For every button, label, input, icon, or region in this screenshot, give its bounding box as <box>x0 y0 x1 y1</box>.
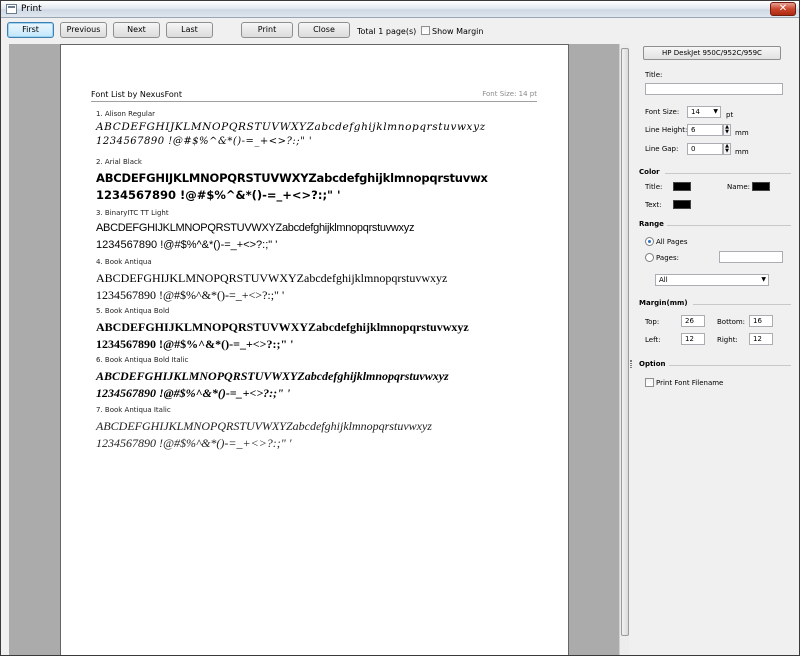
pages-input[interactable] <box>719 251 783 263</box>
range-select-value: All <box>659 276 668 284</box>
page-title: Font List by NexusFont <box>91 90 182 99</box>
color-section-title: Color <box>639 168 660 176</box>
font-sample-line: ABCDEFGHIJKLMNOPQRSTUVWXYZabcdefghijklmn… <box>96 271 448 285</box>
text-color-swatch[interactable] <box>673 200 691 209</box>
color-title-label: Title: <box>645 183 663 191</box>
last-page-button[interactable]: Last <box>166 22 213 38</box>
font-sample-line: 1234567890 !@#$%^&*()-=_+<>?:;" ' <box>96 136 313 147</box>
font-entry-label: 1. Alison Regular <box>96 110 156 118</box>
font-sample-line: ABCDEFGHIJKLMNOPQRSTUVWXYZabcdefghijklmn… <box>96 222 415 234</box>
preview-page: Font List by NexusFont Font Size: 14 pt … <box>60 44 569 655</box>
font-entry-label: 4. Book Antiqua <box>96 258 152 266</box>
right-margin-label: Right: <box>717 336 738 344</box>
next-page-button[interactable]: Next <box>113 22 160 38</box>
splitter-grip-icon <box>630 360 632 368</box>
line-gap-input[interactable]: 0 <box>687 143 723 155</box>
font-sample-line: 1234567890 !@#$%^&*()-=_+<>?:;" ' <box>96 337 294 351</box>
window-title: Print <box>21 4 42 14</box>
pages-radio[interactable] <box>645 253 654 262</box>
all-pages-radio[interactable] <box>645 237 654 246</box>
line-gap-label: Line Gap: <box>645 145 679 153</box>
left-margin-label: Left: <box>645 336 661 344</box>
font-entry-label: 6. Book Antiqua Bold Italic <box>96 356 189 364</box>
font-size-value: 14 <box>691 108 700 116</box>
print-font-filename-checkbox[interactable] <box>645 378 654 387</box>
print-window: Print ✕ First Previous Next Last Print C… <box>0 0 800 656</box>
font-entry-label: 7. Book Antiqua Italic <box>96 406 171 414</box>
print-button[interactable]: Print <box>241 22 293 38</box>
line-height-input[interactable]: 6 <box>687 124 723 136</box>
font-entry-label: 5. Book Antiqua Bold <box>96 307 170 315</box>
show-margin-label: Show Margin <box>432 27 484 36</box>
font-sample-line: ABCDEFGHIJKLMNOPQRSTUVWXYZabcdefghijklmn… <box>96 419 432 433</box>
bottom-margin-label: Bottom: <box>717 318 746 326</box>
font-entry-label: 3. BinaryITC TT Light <box>96 209 169 217</box>
font-sample-line: ABCDEFGHIJKLMNOPQRSTUVWXYZabcdefghijklmn… <box>96 171 488 185</box>
line-gap-unit: mm <box>735 148 749 156</box>
print-font-filename-label: Print Font Filename <box>656 379 724 387</box>
divider <box>669 365 791 366</box>
name-color-swatch[interactable] <box>752 182 770 191</box>
line-height-unit: mm <box>735 129 749 137</box>
show-margin-checkbox[interactable] <box>421 26 430 35</box>
divider <box>667 225 791 226</box>
printer-select-button[interactable]: HP DeskJet 950C/952C/959C <box>643 46 781 60</box>
font-sample-line: ABCDEFGHIJKLMNOPQRSTUVWXYZabcdefghijklmn… <box>96 369 449 383</box>
font-sample-line: 1234567890 !@#$%^&*()-=_+<>?:;" ' <box>96 436 292 450</box>
line-gap-spinner[interactable]: ▲ ▼ <box>723 143 731 155</box>
first-page-button[interactable]: First <box>7 22 54 38</box>
range-select[interactable]: All ▼ <box>655 274 769 286</box>
font-sample-line: 1234567890 !@#$%^&*()-=_+<>?:;" ' <box>96 239 278 251</box>
font-sample-line: 1234567890 !@#$%^&*()-=_+<>?:;" ' <box>96 386 291 400</box>
font-sample-line: ABCDEFGHIJKLMNOPQRSTUVWXYZabcdefghijklmn… <box>96 320 469 334</box>
page-font-size: Font Size: 14 pt <box>482 90 537 98</box>
previous-page-button[interactable]: Previous <box>60 22 107 38</box>
right-margin-input[interactable]: 12 <box>749 333 773 345</box>
divider <box>665 173 791 174</box>
range-section-title: Range <box>639 220 664 228</box>
title-bar: Print ✕ <box>1 1 799 18</box>
font-sample-line: ABCDEFGHIJKLMNOPQRSTUVWXYZabcdefghijklmn… <box>96 121 486 133</box>
font-size-select[interactable]: 14 ▼ <box>687 106 721 118</box>
line-height-label: Line Height: <box>645 126 688 134</box>
options-panel: HP DeskJet 950C/952C/959C Title: Font Si… <box>633 44 799 655</box>
line-height-spinner[interactable]: ▲ ▼ <box>723 124 731 136</box>
color-name-label: Name: <box>727 183 751 191</box>
bottom-margin-input[interactable]: 16 <box>749 315 773 327</box>
close-button[interactable]: Close <box>298 22 350 38</box>
font-sample-line: 1234567890 !@#$%^&*()-=_+<>?:;" ' <box>96 188 341 202</box>
total-pages-text: Total 1 page(s) <box>357 27 417 36</box>
title-label: Title: <box>645 71 663 79</box>
toolbar: First Previous Next Last Print Close Tot… <box>1 19 799 43</box>
font-sample-line: 1234567890 !@#$%^&*()-=_+<>?:;" ' <box>96 288 285 302</box>
margin-section-title: Margin(mm) <box>639 299 688 307</box>
pages-label: Pages: <box>656 254 679 262</box>
chevron-down-icon: ▼ <box>713 108 718 115</box>
scrollbar-thumb[interactable] <box>621 48 629 636</box>
page-header: Font List by NexusFont Font Size: 14 pt <box>91 88 537 102</box>
color-text-label: Text: <box>645 201 662 209</box>
font-entry-label: 2. Arial Black <box>96 158 142 166</box>
preview-scrollbar[interactable] <box>619 44 629 655</box>
close-icon: ✕ <box>778 3 788 14</box>
font-size-unit: pt <box>726 111 734 119</box>
window-icon <box>6 4 17 14</box>
all-pages-label: All Pages <box>656 238 688 246</box>
top-margin-label: Top: <box>645 318 660 326</box>
left-margin-input[interactable]: 12 <box>681 333 705 345</box>
divider <box>693 304 791 305</box>
print-preview-area[interactable]: Font List by NexusFont Font Size: 14 pt … <box>9 44 619 655</box>
option-section-title: Option <box>639 360 666 368</box>
title-color-swatch[interactable] <box>673 182 691 191</box>
font-size-label: Font Size: <box>645 108 680 116</box>
window-close-button[interactable]: ✕ <box>770 2 796 16</box>
top-margin-input[interactable]: 26 <box>681 315 705 327</box>
title-input[interactable] <box>645 83 783 95</box>
chevron-down-icon: ▼ <box>761 276 766 283</box>
